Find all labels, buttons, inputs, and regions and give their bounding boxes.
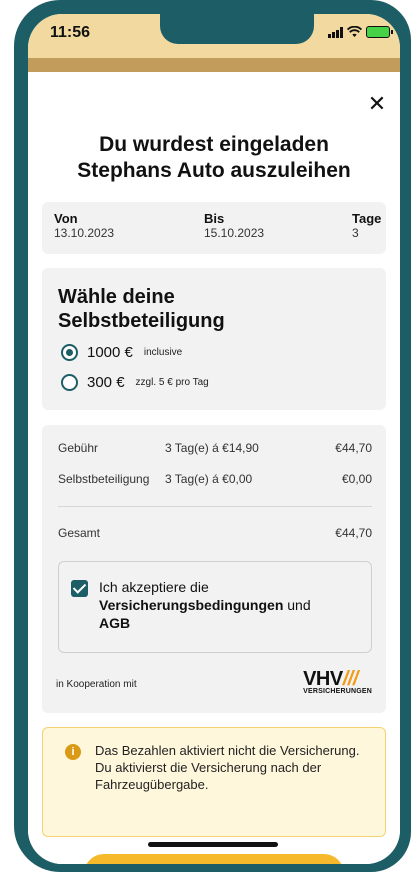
deductible-card: Wähle deine Selbstbeteiligung 1000 € inc… <box>42 268 386 410</box>
vhv-logo-mark: VHV/// <box>303 668 372 690</box>
status-time: 11:56 <box>50 24 91 41</box>
deductible-heading-line-2: Selbstbeteiligung <box>58 310 225 332</box>
home-indicator[interactable] <box>148 842 278 847</box>
days-label: Tage <box>352 211 382 226</box>
consent-and: und <box>283 597 311 613</box>
fee-value: €44,70 <box>335 441 372 455</box>
vhv-logo: VHV/// VERSICHERUNGEN <box>303 668 372 695</box>
date-from-label: Von <box>54 211 78 226</box>
deductible-label: Selbstbeteiligung <box>58 472 150 486</box>
invitation-sheet: ✕ Du wurdest eingeladen Stephans Auto au… <box>28 72 400 864</box>
consent-checkbox[interactable] <box>71 580 88 597</box>
option-amount: 300 € <box>87 374 125 391</box>
date-to-label: Bis <box>204 211 225 226</box>
deductible-value: €0,00 <box>341 472 372 486</box>
notch <box>160 14 314 44</box>
deductible-heading-line-1: Wähle deine <box>58 286 175 308</box>
deductible-option-1000[interactable]: 1000 € inclusive <box>61 344 182 361</box>
phone-frame: 11:56 ✕ Du wurdest eingeladen Stephans A… <box>0 0 411 872</box>
primary-button[interactable] <box>84 854 344 864</box>
signal-icon <box>328 26 343 38</box>
total-value: €44,70 <box>335 526 372 540</box>
deductible-row: Selbstbeteiligung 3 Tag(e) á €0,00 €0,00 <box>58 472 372 486</box>
date-from-value: 13.10.2023 <box>54 226 115 240</box>
pricing-card: Gebühr 3 Tag(e) á €14,90 €44,70 Selbstbe… <box>42 425 386 713</box>
vhv-logo-slashes: /// <box>342 668 359 690</box>
status-bar: 11:56 <box>28 14 400 58</box>
terms-link[interactable]: Versicherungsbedingungen <box>99 597 283 613</box>
status-icons <box>328 26 393 38</box>
close-icon[interactable]: ✕ <box>366 93 388 115</box>
fee-row: Gebühr 3 Tag(e) á €14,90 €44,70 <box>58 441 372 455</box>
fee-detail: 3 Tag(e) á €14,90 <box>165 441 259 455</box>
battery-icon <box>366 26 393 38</box>
page-title: Du wurdest eingeladen Stephans Auto ausz… <box>28 132 400 184</box>
fee-label: Gebühr <box>58 441 99 455</box>
days: Tage 3 <box>352 211 381 240</box>
screen: 11:56 ✕ Du wurdest eingeladen Stephans A… <box>28 14 400 864</box>
deductible-option-300[interactable]: 300 € zzgl. 5 € pro Tag <box>61 374 209 391</box>
option-note: zzgl. 5 € pro Tag <box>135 377 209 388</box>
vhv-logo-sub: VERSICHERUNGEN <box>303 688 372 695</box>
consent-box: Ich akzeptiere die Versicherungsbedingun… <box>58 561 372 653</box>
info-banner: i Das Bezahlen aktiviert nicht die Versi… <box>42 727 386 837</box>
title-line-2: Stephans Auto auszuleihen <box>77 159 351 182</box>
info-icon: i <box>65 744 81 760</box>
date-to-value: 15.10.2023 <box>204 226 265 240</box>
option-note: inclusive <box>143 347 183 358</box>
rental-dates: Von 13.10.2023 Bis 15.10.2023 Tage 3 <box>42 202 386 254</box>
info-text: Das Bezahlen aktiviert nicht die Versich… <box>95 743 360 792</box>
agb-link[interactable]: AGB <box>99 615 130 631</box>
title-line-1: Du wurdest eingeladen <box>99 133 329 156</box>
date-from: Von 13.10.2023 <box>54 211 114 240</box>
radio-selected-icon[interactable] <box>61 344 78 361</box>
divider <box>58 506 372 507</box>
deductible-detail: 3 Tag(e) á €0,00 <box>165 472 253 486</box>
total-label: Gesamt <box>58 526 101 540</box>
radio-unselected-icon[interactable] <box>61 374 78 391</box>
date-to: Bis 15.10.2023 <box>204 211 264 240</box>
option-amount: 1000 € <box>87 344 133 361</box>
vhv-logo-main: VHV <box>303 668 343 690</box>
wifi-icon <box>347 26 362 37</box>
total-row: Gesamt €44,70 <box>58 526 372 540</box>
cooperation-label: in Kooperation mit <box>56 679 137 690</box>
consent-prefix: Ich akzeptiere die <box>99 579 209 595</box>
consent-text: Ich akzeptiere die Versicherungsbedingun… <box>99 578 367 632</box>
days-value: 3 <box>352 226 359 240</box>
deductible-heading: Wähle deine Selbstbeteiligung <box>58 285 225 333</box>
